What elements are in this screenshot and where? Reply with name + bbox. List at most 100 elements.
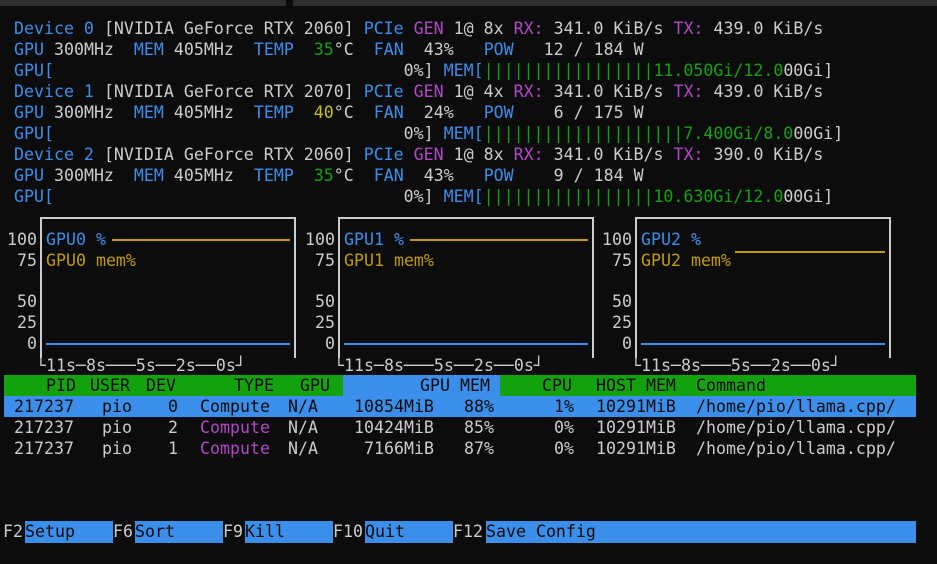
row-cpu: 1% xyxy=(554,397,574,416)
f12-key: F12 xyxy=(453,522,483,541)
sort-button[interactable]: Sort xyxy=(135,521,223,543)
chart-x-axis: └11s─8s───5s──2s──0s┘ xyxy=(334,356,544,375)
row-dev: 2 xyxy=(168,418,178,437)
chart-y-tick: 75 xyxy=(612,251,632,270)
mem-text-cursor: 00 xyxy=(783,187,804,206)
gpu-util-label: GPU[ xyxy=(14,124,54,143)
function-key-bar: F2 Setup F6 Sort F9 Kill F10 Quit F12 Sa… xyxy=(0,521,916,543)
gpu-util-gap xyxy=(54,124,404,143)
setup-button[interactable]: Setup xyxy=(25,521,113,543)
header-command[interactable]: Command xyxy=(696,375,766,396)
device-label: Device 0 xyxy=(14,19,94,38)
chart-y-tick: 0 xyxy=(325,334,335,353)
device-name: [NVIDIA GeForce RTX 2070] xyxy=(103,82,354,101)
mem-bar-label: MEM[ xyxy=(443,124,484,143)
temp-unit: °C xyxy=(333,40,354,59)
pow-value: 12 / 184 W xyxy=(543,40,644,59)
tx-value: 439.0 KiB/s xyxy=(713,19,824,38)
chart-legend-mem: GPU1 mem% xyxy=(344,251,434,270)
header-gpu[interactable]: GPU xyxy=(300,375,330,396)
row-command: /home/pio/llama.cpp/ xyxy=(696,397,896,416)
gpu-clock-label: GPU xyxy=(14,166,44,185)
chart-legend-mem: GPU0 mem% xyxy=(46,251,136,270)
f6-key: F6 xyxy=(113,522,133,541)
pcie-label: PCIe xyxy=(363,82,404,101)
mem-bar-label: MEM[ xyxy=(443,61,484,80)
chart-y-tick: 75 xyxy=(315,251,335,270)
gen-label: GEN xyxy=(413,82,444,101)
pcie-label: PCIe xyxy=(363,19,404,38)
tx-label: TX: xyxy=(673,145,704,164)
row-host-mem: 10291MiB xyxy=(596,418,676,437)
header-cpu[interactable]: CPU xyxy=(542,375,572,396)
temp-unit: °C xyxy=(333,103,354,122)
pow-value: 6 / 175 W xyxy=(553,103,644,122)
gen-value: 1@ 8x xyxy=(453,145,504,164)
chart-legend-mem: GPU2 mem% xyxy=(641,251,731,270)
f10-key: F10 xyxy=(333,522,363,541)
chart-x-axis: └11s─8s───5s──2s──0s┘ xyxy=(631,356,841,375)
mem-text: 11.050Gi/12.0 xyxy=(653,61,784,80)
row-pid: 217237 xyxy=(14,439,74,458)
chart-y-tick: 100 xyxy=(305,230,335,249)
row-dev: 0 xyxy=(168,397,178,416)
row-gpu-mem-pct: 88% xyxy=(464,397,494,416)
save-config-button[interactable]: Save Config xyxy=(486,521,916,543)
mem-text-end: Gi] xyxy=(813,124,844,143)
chart-util-series-line xyxy=(46,343,290,345)
header-pid[interactable]: PID xyxy=(46,375,76,396)
row-gpu: N/A xyxy=(288,439,318,458)
chart-mem-series-line xyxy=(735,251,885,253)
chart-y-tick: 0 xyxy=(27,334,37,353)
header-type[interactable]: TYPE xyxy=(234,375,274,396)
chart-y-tick: 25 xyxy=(315,313,335,332)
fan-value: 24% xyxy=(423,103,454,122)
process-row[interactable]: 217237 pio 2 Compute N/A 10424MiB 85% 0%… xyxy=(4,417,916,438)
mem-text-cursor: 00 xyxy=(783,61,804,80)
header-gpu-mem[interactable]: GPU MEM xyxy=(420,375,490,396)
process-row[interactable]: 217237 pio 1 Compute N/A 7166MiB 87% 0% … xyxy=(4,438,916,459)
row-host-mem: 10291MiB xyxy=(596,397,676,416)
fan-label: FAN xyxy=(373,40,404,59)
mem-clock-label: MEM xyxy=(133,40,164,59)
gpu-util-value: 0%] xyxy=(403,124,434,143)
gen-label: GEN xyxy=(413,19,444,38)
header-user[interactable]: USER xyxy=(90,375,130,396)
device-2-line-1: Device 2 [NVIDIA GeForce RTX 2060] PCIe … xyxy=(14,144,823,165)
chart-y-tick: 25 xyxy=(17,313,37,332)
gpu-util-label: GPU[ xyxy=(14,61,54,80)
device-label: Device 1 xyxy=(14,82,94,101)
chart-y-tick: 100 xyxy=(7,230,37,249)
chart-y-tick: 50 xyxy=(315,292,335,311)
mem-text-cursor: 00 xyxy=(793,124,814,143)
chart-y-tick: 50 xyxy=(17,292,37,311)
process-row[interactable]: 217237 pio 0 Compute N/A 10854MiB 88% 1%… xyxy=(4,396,916,417)
row-type: Compute xyxy=(200,397,270,416)
device-2-line-2: GPU 300MHz MEM 405MHz TEMP 35°C FAN 43% … xyxy=(14,165,644,186)
chart-legend-util: GPU0 % xyxy=(46,230,106,249)
header-dev[interactable]: DEV xyxy=(146,375,176,396)
temp-label: TEMP xyxy=(253,103,294,122)
chart-y-tick: 0 xyxy=(622,334,632,353)
device-2-line-3: GPU[ 0%] MEM[|||||||||||||||||10.630Gi/1… xyxy=(14,186,833,207)
mem-clock-label: MEM xyxy=(133,103,164,122)
quit-button[interactable]: Quit xyxy=(365,521,453,543)
kill-button[interactable]: Kill xyxy=(245,521,333,543)
tx-value: 390.0 KiB/s xyxy=(713,145,824,164)
row-type: Compute xyxy=(200,439,270,458)
mem-text-end: Gi] xyxy=(803,187,834,206)
gpu-util-label: GPU[ xyxy=(14,187,54,206)
header-host-mem[interactable]: HOST MEM xyxy=(596,375,676,396)
process-table-header[interactable]: PID USER DEV TYPE GPU GPU MEM CPU HOST M… xyxy=(4,375,916,396)
tx-label: TX: xyxy=(673,19,704,38)
row-command: /home/pio/llama.cpp/ xyxy=(696,418,896,437)
row-pid: 217237 xyxy=(14,418,74,437)
mem-bar: ||||||||||||||||| xyxy=(483,187,654,206)
gpu-util-gap xyxy=(54,61,404,80)
fan-label: FAN xyxy=(373,103,404,122)
mem-bar: ||||||||||||||||| xyxy=(483,61,654,80)
gen-label: GEN xyxy=(413,145,444,164)
temp-label: TEMP xyxy=(253,40,294,59)
row-user: pio xyxy=(102,397,132,416)
gpu-util-value: 0%] xyxy=(403,187,434,206)
